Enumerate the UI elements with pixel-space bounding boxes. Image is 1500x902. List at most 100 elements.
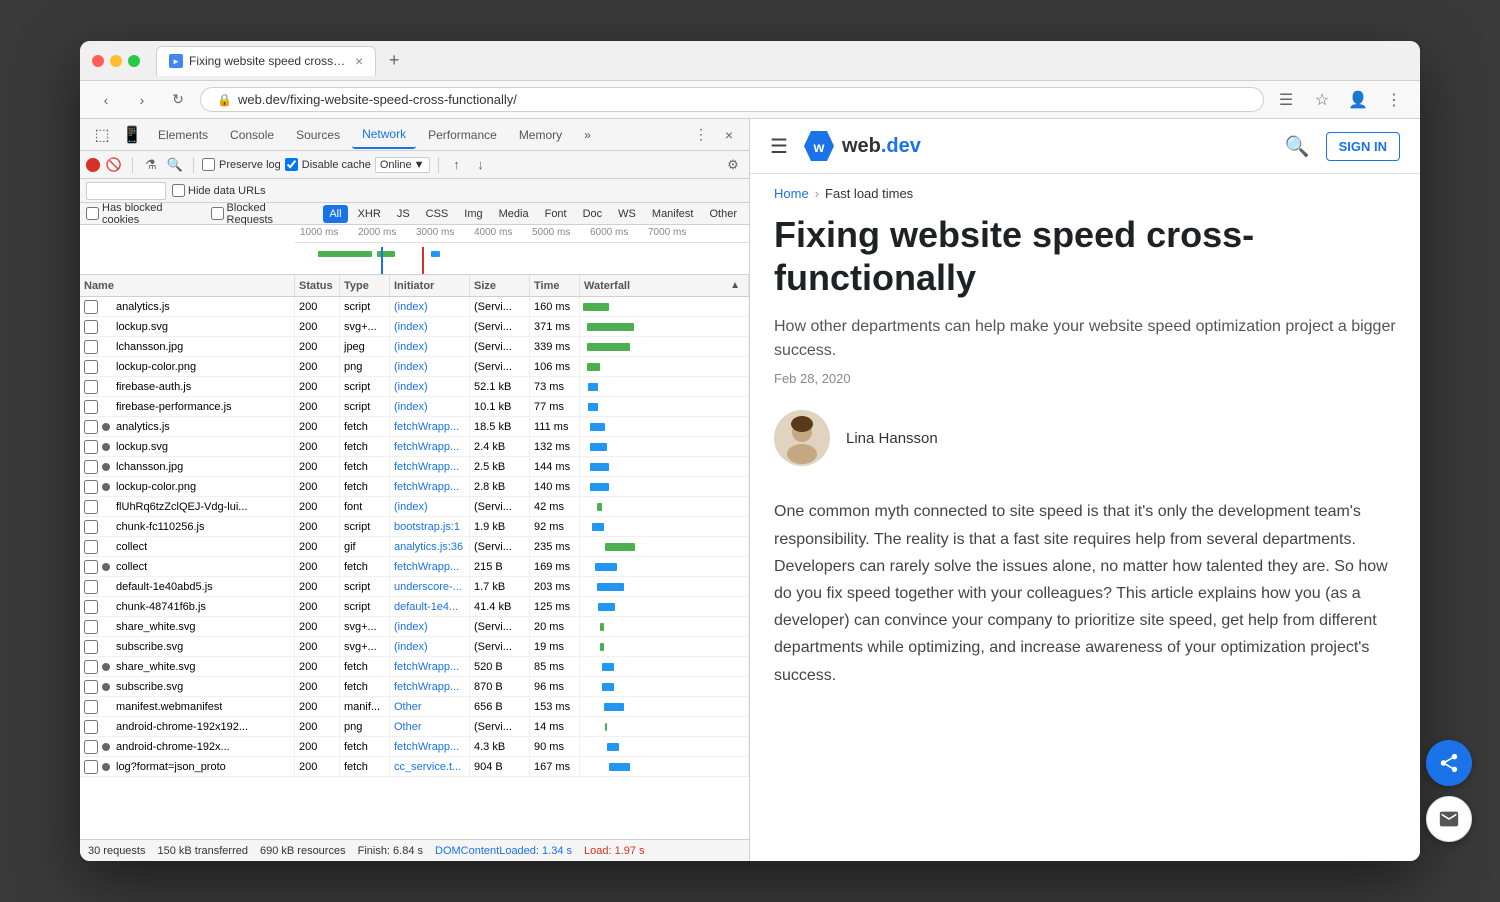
bookmark-button[interactable]: ☆ — [1308, 86, 1336, 114]
table-row[interactable]: flUhRq6tzZclQEJ-Vdg-lui... 200 font (ind… — [80, 497, 749, 517]
table-row[interactable]: lockup-color.png 200 fetch fetchWrapp...… — [80, 477, 749, 497]
row-checkbox[interactable] — [84, 480, 98, 494]
network-settings-button[interactable]: ⚙ — [723, 155, 743, 175]
new-tab-button[interactable]: + — [380, 47, 408, 75]
filter-other[interactable]: Other — [703, 205, 743, 223]
row-checkbox[interactable] — [84, 560, 98, 574]
table-row[interactable]: chunk-fc110256.js 200 script bootstrap.j… — [80, 517, 749, 537]
row-checkbox[interactable] — [84, 660, 98, 674]
table-row[interactable]: chunk-48741f6b.js 200 script default-1e4… — [80, 597, 749, 617]
filter-media[interactable]: Media — [493, 205, 535, 223]
table-row[interactable]: share_white.svg 200 fetch fetchWrapp... … — [80, 657, 749, 677]
clear-button[interactable]: 🚫 — [104, 155, 124, 175]
row-checkbox[interactable] — [84, 760, 98, 774]
tab-elements[interactable]: Elements — [148, 121, 218, 149]
table-row[interactable]: manifest.webmanifest 200 manif... Other … — [80, 697, 749, 717]
blocked-requests-checkbox[interactable]: Blocked Requests — [211, 202, 312, 226]
minimize-window-button[interactable] — [110, 55, 122, 67]
disable-cache-checkbox[interactable]: Disable cache — [285, 158, 371, 171]
tab-memory[interactable]: Memory — [509, 121, 572, 149]
filter-button[interactable]: ⚗ — [141, 155, 161, 175]
table-row[interactable]: lockup-color.png 200 png (index) (Servi.… — [80, 357, 749, 377]
tab-console[interactable]: Console — [220, 121, 284, 149]
row-checkbox[interactable] — [84, 600, 98, 614]
filter-xhr[interactable]: XHR — [352, 205, 387, 223]
record-button[interactable] — [86, 158, 100, 172]
row-checkbox[interactable] — [84, 300, 98, 314]
preserve-log-checkbox[interactable]: Preserve log — [202, 158, 281, 171]
hide-data-urls-checkbox[interactable]: Hide data URLs — [172, 184, 266, 197]
active-tab[interactable]: ► Fixing website speed cross-fu... × — [156, 46, 376, 76]
row-checkbox[interactable] — [84, 400, 98, 414]
table-row[interactable]: collect 200 gif analytics.js:36 (Servi..… — [80, 537, 749, 557]
tab-network[interactable]: Network — [352, 121, 416, 149]
import-button[interactable]: ↑ — [447, 155, 467, 175]
table-row[interactable]: log?format=json_proto 200 fetch cc_servi… — [80, 757, 749, 777]
account-button[interactable]: 👤 — [1344, 86, 1372, 114]
table-row[interactable]: collect 200 fetch fetchWrapp... 215 B 16… — [80, 557, 749, 577]
table-row[interactable]: subscribe.svg 200 svg+... (index) (Servi… — [80, 637, 749, 657]
table-row[interactable]: lchansson.jpg 200 jpeg (index) (Servi...… — [80, 337, 749, 357]
close-tab-button[interactable]: × — [355, 53, 363, 69]
refresh-button[interactable]: ↻ — [164, 86, 192, 114]
close-window-button[interactable] — [92, 55, 104, 67]
row-checkbox[interactable] — [84, 320, 98, 334]
hamburger-menu-button[interactable]: ☰ — [770, 134, 788, 159]
filter-doc[interactable]: Doc — [577, 205, 609, 223]
tab-performance[interactable]: Performance — [418, 121, 507, 149]
table-row[interactable]: analytics.js 200 fetch fetchWrapp... 18.… — [80, 417, 749, 437]
row-checkbox[interactable] — [84, 580, 98, 594]
row-checkbox[interactable] — [84, 440, 98, 454]
row-checkbox[interactable] — [84, 380, 98, 394]
filter-ws[interactable]: WS — [612, 205, 642, 223]
more-button[interactable]: ⋮ — [1380, 86, 1408, 114]
table-row[interactable]: firebase-auth.js 200 script (index) 52.1… — [80, 377, 749, 397]
table-row[interactable]: lchansson.jpg 200 fetch fetchWrapp... 2.… — [80, 457, 749, 477]
search-button[interactable]: 🔍 — [1285, 134, 1310, 159]
table-row[interactable]: analytics.js 200 script (index) (Servi..… — [80, 297, 749, 317]
filter-css[interactable]: CSS — [420, 205, 455, 223]
row-checkbox[interactable] — [84, 700, 98, 714]
devtools-close-button[interactable]: × — [717, 123, 741, 147]
row-checkbox[interactable] — [84, 360, 98, 374]
row-checkbox[interactable] — [84, 460, 98, 474]
table-row[interactable]: default-1e40abd5.js 200 script underscor… — [80, 577, 749, 597]
tab-sources[interactable]: Sources — [286, 121, 350, 149]
table-row[interactable]: share_white.svg 200 svg+... (index) (Ser… — [80, 617, 749, 637]
filter-js[interactable]: JS — [391, 205, 416, 223]
filter-img[interactable]: Img — [458, 205, 488, 223]
tab-more[interactable]: » — [574, 121, 601, 149]
table-row[interactable]: lockup.svg 200 fetch fetchWrapp... 2.4 k… — [80, 437, 749, 457]
row-checkbox[interactable] — [84, 340, 98, 354]
extensions-button[interactable]: ☰ — [1272, 86, 1300, 114]
table-row[interactable]: subscribe.svg 200 fetch fetchWrapp... 87… — [80, 677, 749, 697]
back-button[interactable]: ‹ — [92, 86, 120, 114]
throttle-select[interactable]: Online ▼ — [375, 157, 430, 173]
row-checkbox[interactable] — [84, 720, 98, 734]
filter-all[interactable]: All — [323, 205, 347, 223]
table-row[interactable]: firebase-performance.js 200 script (inde… — [80, 397, 749, 417]
devtools-device-button[interactable]: 📱 — [118, 121, 146, 149]
row-checkbox[interactable] — [84, 740, 98, 754]
devtools-inspect-button[interactable]: ⬚ — [88, 121, 116, 149]
filter-font[interactable]: Font — [539, 205, 573, 223]
filter-manifest[interactable]: Manifest — [646, 205, 700, 223]
row-checkbox[interactable] — [84, 500, 98, 514]
web-logo[interactable]: w web.dev — [804, 131, 921, 161]
search-network-button[interactable]: 🔍 — [165, 155, 185, 175]
sign-in-button[interactable]: SIGN IN — [1326, 132, 1400, 161]
table-row[interactable]: android-chrome-192x... 200 fetch fetchWr… — [80, 737, 749, 757]
address-input[interactable]: 🔒 web.dev/fixing-website-speed-cross-fun… — [200, 87, 1264, 112]
row-checkbox[interactable] — [84, 620, 98, 634]
row-checkbox[interactable] — [84, 680, 98, 694]
row-checkbox[interactable] — [84, 420, 98, 434]
table-row[interactable]: android-chrome-192x192... 200 png Other … — [80, 717, 749, 737]
export-button[interactable]: ↓ — [471, 155, 491, 175]
breadcrumb-home[interactable]: Home — [774, 186, 809, 201]
table-row[interactable]: lockup.svg 200 svg+... (index) (Servi...… — [80, 317, 749, 337]
has-blocked-cookies-checkbox[interactable]: Has blocked cookies — [86, 202, 199, 226]
filter-input[interactable] — [86, 182, 166, 200]
row-checkbox[interactable] — [84, 520, 98, 534]
maximize-window-button[interactable] — [128, 55, 140, 67]
row-checkbox[interactable] — [84, 640, 98, 654]
